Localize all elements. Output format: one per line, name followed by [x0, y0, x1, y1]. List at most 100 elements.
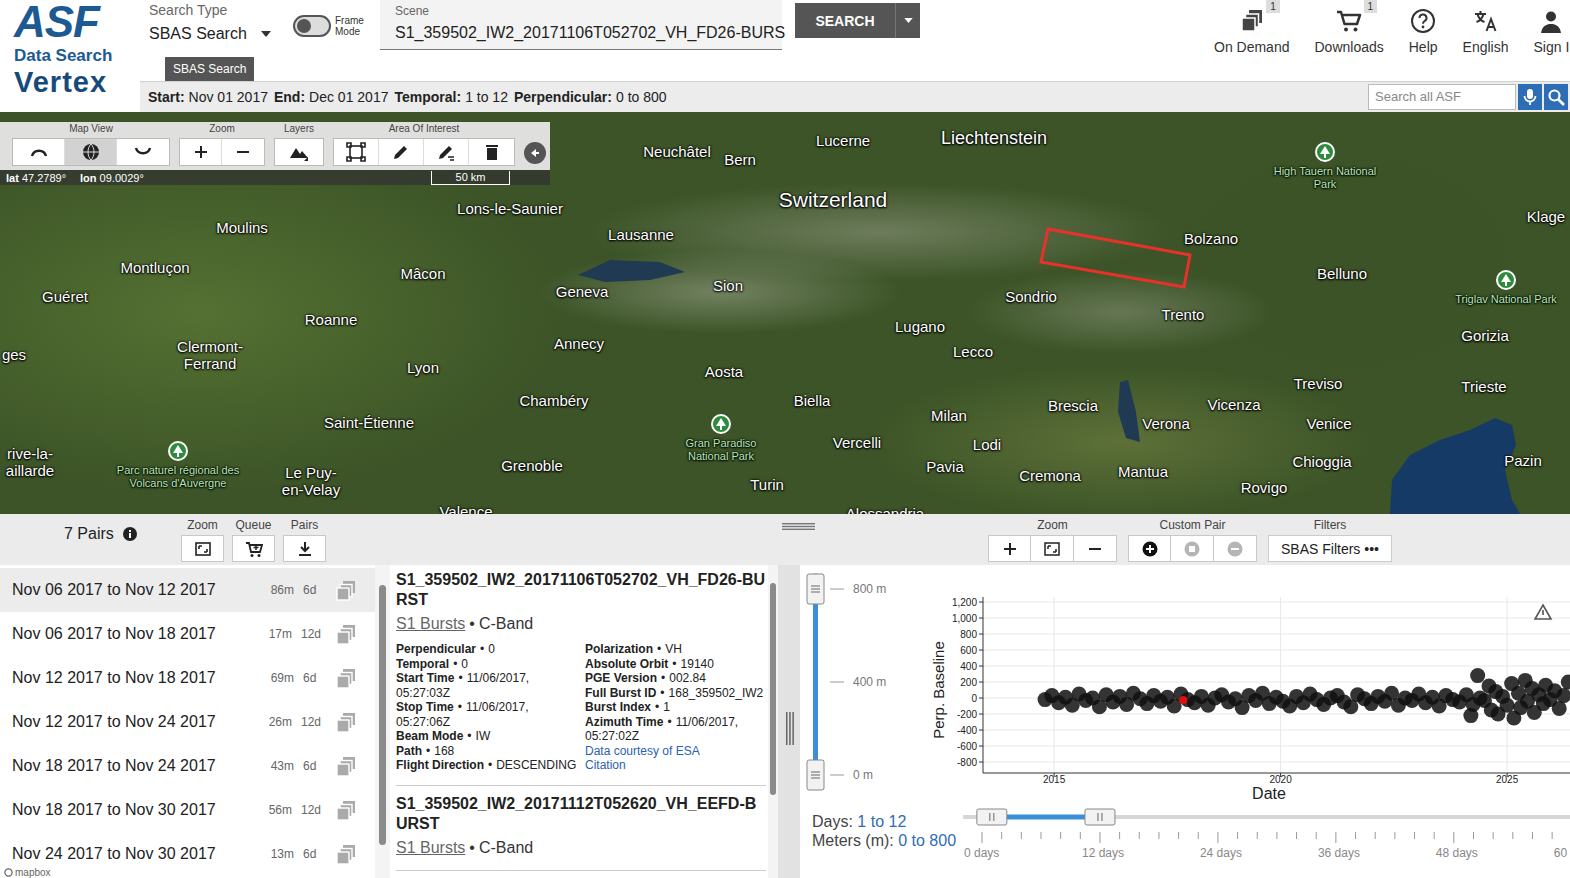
toolbar-buttons	[274, 138, 324, 166]
pair-point[interactable]	[1470, 668, 1485, 683]
sbas-search-tab[interactable]: SBAS Search	[165, 57, 254, 81]
frame-mode-toggle[interactable]: Frame Mode	[293, 15, 367, 37]
toolbar-group: Layers	[274, 123, 324, 166]
scene-title[interactable]: S1_359502_IW2_20171106T052702_VH_FD26-BU…	[396, 570, 766, 610]
pair-point[interactable]	[1463, 708, 1478, 723]
chart-zoom-button[interactable]	[1074, 535, 1117, 562]
dataset-link[interactable]: S1 Bursts	[396, 839, 465, 856]
details-scrollbar[interactable]	[768, 565, 778, 878]
nav-item[interactable]: English	[1463, 8, 1509, 81]
nav-label: Help	[1409, 39, 1438, 55]
tool-button[interactable]	[283, 535, 326, 562]
scene-link[interactable]: Data courtesy of ESA	[585, 744, 766, 759]
map-tool-button[interactable]	[379, 139, 424, 165]
slider-handle[interactable]	[807, 760, 824, 790]
map-tool-button[interactable]	[424, 139, 469, 165]
map-tool-button[interactable]	[469, 139, 514, 165]
pair-label: Nov 18 2017 to Nov 30 2017	[12, 801, 269, 819]
search-button[interactable]: SEARCH	[795, 3, 895, 38]
scene-link[interactable]: Citation	[585, 758, 766, 773]
info-icon[interactable]	[123, 527, 137, 541]
slider-handle[interactable]	[807, 574, 824, 604]
pair-perpendicular: 17m	[269, 627, 292, 641]
on-demand-icon[interactable]	[335, 711, 357, 733]
slider-handle[interactable]	[977, 809, 1007, 825]
on-demand-icon[interactable]	[335, 579, 357, 601]
sbas-filters-button[interactable]: SBAS Filters •••	[1268, 535, 1392, 562]
pair-row[interactable]: Nov 18 2017 to Nov 24 201743m6d	[0, 744, 375, 788]
on-demand-icon[interactable]	[335, 623, 357, 645]
chart-zoom-button[interactable]	[988, 535, 1031, 562]
slider-handle[interactable]	[1085, 809, 1115, 825]
panel-divider[interactable]	[778, 565, 800, 878]
tool-button[interactable]	[232, 535, 275, 562]
summary-field: Perpendicular:0 to 800	[514, 89, 667, 105]
pair-row[interactable]: Nov 18 2017 to Nov 30 201756m12d	[0, 788, 375, 832]
map[interactable]: NeuchâtelBernLucerneLiechtensteinSwitzer…	[0, 112, 1570, 514]
voice-search-button[interactable]	[1518, 84, 1542, 110]
map-tool-button[interactable]	[117, 139, 169, 165]
map-label: ges	[2, 346, 26, 363]
nav-item[interactable]: Help	[1409, 8, 1438, 81]
on-demand-icon[interactable]	[335, 755, 357, 777]
nav-item[interactable]: 1Downloads	[1314, 8, 1383, 81]
pair-row[interactable]: Nov 06 2017 to Nov 18 201717m12d	[0, 612, 375, 656]
on-demand-icon[interactable]	[335, 667, 357, 689]
map-tool-button[interactable]	[334, 139, 379, 165]
map-label: Parc naturel régional des Volcans d'Auve…	[98, 441, 258, 489]
pair-point[interactable]	[1179, 696, 1187, 704]
pair-row[interactable]: Nov 12 2017 to Nov 24 201726m12d	[0, 700, 375, 744]
pair-point[interactable]	[1500, 698, 1515, 713]
scene-field[interactable]: SceneS1_359502_IW2_20171106T052702_VH_FD…	[380, 0, 782, 50]
site-search-button[interactable]	[1544, 84, 1568, 110]
warning-icon[interactable]	[1535, 605, 1551, 619]
svg-text:0 m: 0 m	[853, 768, 873, 782]
nav-icon-wrap	[1410, 8, 1436, 34]
map-tool-button[interactable]	[180, 139, 222, 165]
map-tool-button[interactable]	[13, 139, 65, 165]
search-dropdown-button[interactable]	[895, 3, 920, 38]
days-tick-label: 24 days	[1200, 846, 1242, 860]
pair-row[interactable]: Nov 12 2017 to Nov 18 201769m6d	[0, 656, 375, 700]
resize-grip-icon[interactable]	[782, 523, 815, 530]
filters-group: FiltersSBAS Filters •••	[1268, 518, 1392, 562]
map-tool-button[interactable]	[275, 139, 323, 165]
map-tool-button[interactable]	[222, 139, 264, 165]
toolbar-group-label: Map View	[69, 123, 113, 135]
meters-slider[interactable]: 800 m400 m0 m	[800, 565, 930, 805]
asf-logo[interactable]: ASFData SearchVertex	[0, 0, 140, 112]
map-tool-button[interactable]	[65, 139, 117, 165]
dataset-link[interactable]: S1 Bursts	[396, 615, 465, 632]
custom-pair-button[interactable]	[1128, 535, 1171, 562]
days-slider[interactable]: 0 days12 days24 days36 days48 days60	[955, 805, 1570, 878]
pair-row[interactable]: Nov 24 2017 to Nov 30 201713m6d	[0, 832, 375, 876]
chart-zoom-button[interactable]	[1031, 535, 1074, 562]
scroll-thumb[interactable]	[770, 583, 776, 795]
scroll-thumb[interactable]	[379, 585, 386, 845]
list-scrollbar[interactable]	[375, 565, 390, 878]
baseline-plot[interactable]: 1,2001,0008006004002000-200-400-600-8002…	[930, 565, 1570, 805]
site-search-input[interactable]: Search all ASF	[1368, 84, 1516, 110]
divider-grip-icon[interactable]	[786, 712, 794, 745]
nav-item[interactable]: 1On Demand	[1214, 8, 1289, 81]
pair-row[interactable]: Nov 06 2017 to Nov 12 201786m6d	[0, 568, 375, 612]
pair-point[interactable]	[1561, 675, 1570, 690]
pair-perpendicular: 43m	[271, 759, 294, 773]
custom-pair-button[interactable]	[1214, 535, 1257, 562]
on-demand-icon[interactable]	[335, 799, 357, 821]
baseline-chart-panel: 800 m400 m0 m1,2001,0008006004002000-200…	[800, 565, 1570, 878]
nav-item[interactable]: Sign I	[1533, 8, 1569, 81]
pair-temporal: 6d	[303, 759, 321, 773]
toolbar-group-label: Zoom	[209, 123, 235, 135]
search-type-select[interactable]: Search TypeSBAS Search	[140, 0, 280, 43]
map-coordinates: lat 47.2789°lon 09.0029°50 km	[0, 170, 550, 185]
scene-field: Temporal•0	[396, 657, 585, 672]
custom-pair-button[interactable]	[1171, 535, 1214, 562]
scene-title[interactable]: S1_359502_IW2_20171112T052620_VH_EEFD-BU…	[396, 794, 766, 834]
on-demand-icon[interactable]	[335, 843, 357, 865]
tool-button[interactable]	[181, 535, 224, 562]
area-of-interest[interactable]	[1041, 229, 1190, 287]
pair-point[interactable]	[1556, 688, 1570, 703]
pair-point[interactable]	[1552, 701, 1567, 716]
collapse-toolbar-button[interactable]	[524, 142, 546, 164]
